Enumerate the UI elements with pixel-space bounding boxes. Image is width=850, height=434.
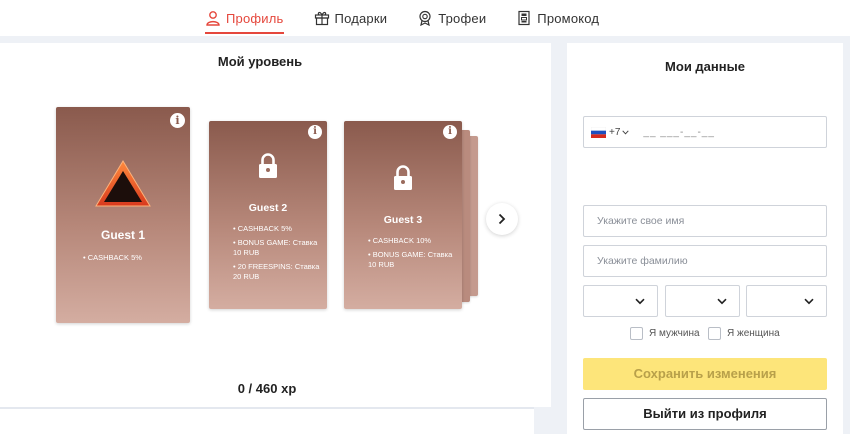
chevron-down-icon[interactable] <box>622 129 630 135</box>
gift-icon <box>314 11 329 26</box>
last-name-placeholder: Укажите фамилию <box>597 255 688 267</box>
level-name: Guest 1 <box>100 228 145 242</box>
info-icon[interactable]: i <box>443 125 457 139</box>
perk-item: CASHBACK 5% <box>233 224 321 234</box>
profile-data-title: Мои данные <box>665 59 745 74</box>
tab-profile[interactable]: Профиль <box>205 0 284 36</box>
perk-item: BONUS GAME: Ставка 10 RUB <box>368 250 456 270</box>
russia-flag-icon <box>591 126 606 138</box>
bottom-panel <box>0 407 551 434</box>
perk-item: CASHBACK 10% <box>368 236 456 246</box>
last-name-field[interactable]: Укажите фамилию <box>583 245 827 277</box>
male-label: Я мужчина <box>649 328 700 339</box>
promo-icon <box>518 10 530 26</box>
level-card-guest-1[interactable]: i Guest 1 CASHBACK 5% <box>56 107 190 323</box>
phone-input[interactable]: +7 __ ___-__-__ <box>583 116 827 148</box>
checkbox-box[interactable] <box>708 327 721 340</box>
perk-list: CASHBACK 5% BONUS GAME: Ставка 10 RUB 20… <box>233 224 321 286</box>
profile-data-panel: Мои данные +7 __ ___-__-__ Укажите свое … <box>567 43 843 434</box>
profile-tabs: Профиль Подарки Трофеи Промокод <box>205 0 629 36</box>
info-icon[interactable]: i <box>308 125 322 139</box>
chevron-right-icon <box>498 213 506 225</box>
level-name: Guest 2 <box>248 202 288 214</box>
male-checkbox[interactable]: Я мужчина <box>630 327 700 340</box>
chevron-down-icon <box>635 298 645 305</box>
perk-item: CASHBACK 5% <box>83 253 184 263</box>
panel-gap <box>534 407 551 434</box>
top-nav: Профиль Подарки Трофеи Промокод <box>0 0 850 36</box>
female-label: Я женщина <box>727 328 780 339</box>
tab-label: Подарки <box>334 10 388 26</box>
level-card-guest-2[interactable]: i Guest 2 CASHBACK 5% BONUS GAME: Ставка… <box>209 121 327 309</box>
birth-month-select[interactable] <box>665 285 740 317</box>
logout-button[interactable]: Выйти из профиля <box>583 398 827 430</box>
chevron-down-icon <box>717 298 727 305</box>
level-card-guest-3[interactable]: i Guest 3 CASHBACK 10% BONUS GAME: Ставк… <box>344 121 462 309</box>
medal-icon <box>419 10 431 26</box>
birth-day-select[interactable] <box>583 285 658 317</box>
level-panel: Мой уровень i Guest 1 CASHBACK 5% i Gues… <box>0 43 551 407</box>
birthdate-selects <box>583 285 827 317</box>
tab-label: Промокод <box>537 10 600 26</box>
first-name-placeholder: Укажите свое имя <box>597 215 685 227</box>
tab-label: Трофеи <box>438 10 487 26</box>
chevron-down-icon <box>804 298 814 305</box>
lock-icon <box>394 165 412 190</box>
info-icon[interactable]: i <box>170 113 185 128</box>
female-checkbox[interactable]: Я женщина <box>708 327 780 340</box>
checkbox-box[interactable] <box>630 327 643 340</box>
tab-gifts[interactable]: Подарки <box>314 0 388 36</box>
user-icon <box>206 11 220 26</box>
phone-mask: __ ___-__-__ <box>643 126 715 138</box>
save-button[interactable]: Сохранить изменения <box>583 358 827 390</box>
perk-item: 20 FREESPINS: Ставка 20 RUB <box>233 262 321 282</box>
tab-promocode[interactable]: Промокод <box>516 0 599 36</box>
first-name-field[interactable]: Укажите свое имя <box>583 205 827 237</box>
gender-options: Я мужчина Я женщина <box>567 327 843 343</box>
next-level-button[interactable] <box>486 203 518 235</box>
perk-list: CASHBACK 10% BONUS GAME: Ставка 10 RUB <box>368 236 456 274</box>
phone-country-code[interactable]: +7 <box>609 127 620 138</box>
birth-year-select[interactable] <box>746 285 827 317</box>
level-title: Мой уровень <box>217 54 303 69</box>
level-name: Guest 3 <box>383 214 423 226</box>
xp-progress: 0 / 460 xp <box>237 381 297 396</box>
perk-list: CASHBACK 5% <box>83 253 184 267</box>
tab-trophies[interactable]: Трофеи <box>417 0 486 36</box>
triangle-level-icon <box>95 160 151 207</box>
tab-label: Профиль <box>226 10 284 26</box>
perk-item: BONUS GAME: Ставка 10 RUB <box>233 238 321 258</box>
lock-icon <box>259 153 277 178</box>
